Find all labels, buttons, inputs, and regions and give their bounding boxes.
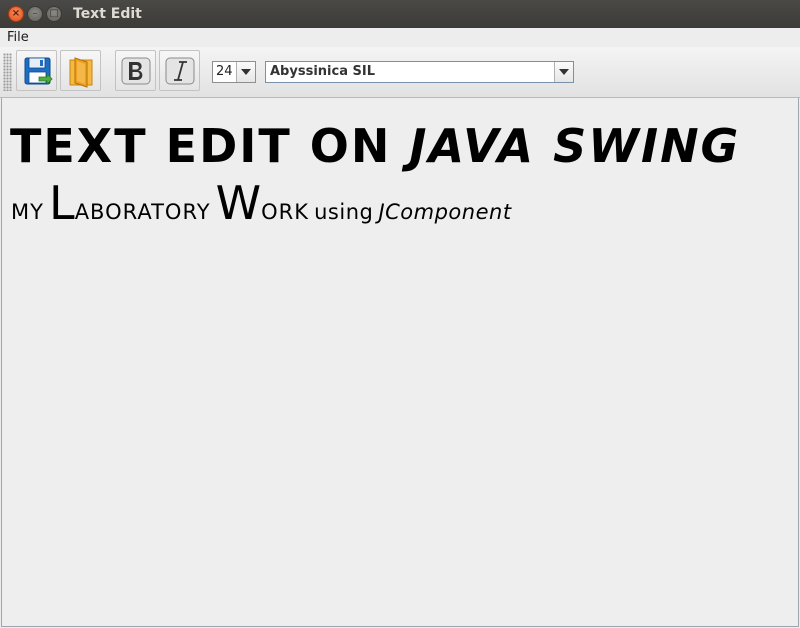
- menu-bar: File: [0, 28, 800, 47]
- font-size-value: 24: [216, 64, 233, 79]
- document-line-2: MY LABORATORY WORK using JComponent: [11, 178, 512, 239]
- font-family-select[interactable]: Abyssinica SIL: [265, 61, 574, 83]
- document-line-1: TEXT EDIT ON JAVA SWING: [10, 118, 740, 174]
- close-window-button[interactable]: ×: [8, 6, 24, 22]
- open-icon: [69, 57, 93, 88]
- maximize-window-button[interactable]: □: [46, 6, 62, 22]
- minimize-icon: –: [32, 8, 38, 19]
- word-laboratory-initial: L: [49, 176, 75, 230]
- chevron-down-icon[interactable]: [554, 62, 573, 82]
- maximize-icon: □: [49, 8, 59, 19]
- font-size-select[interactable]: 24: [212, 61, 256, 83]
- word-jcomponent: JComponent: [378, 200, 512, 224]
- app-window: × – □ Text Edit File 24 Abyssinica SIL T…: [0, 0, 800, 628]
- word-my: MY: [11, 200, 44, 224]
- italic-button[interactable]: [159, 50, 200, 91]
- font-family-value: Abyssinica SIL: [270, 64, 375, 79]
- word-work-initial: W: [215, 176, 262, 230]
- word-laboratory-rest: ABORATORY: [74, 200, 211, 224]
- menu-file[interactable]: File: [7, 30, 29, 45]
- save-icon: [24, 57, 53, 85]
- window-title: Text Edit: [73, 6, 142, 22]
- open-button[interactable]: [60, 50, 101, 91]
- bold-text-run: TEXT EDIT ON: [10, 119, 410, 173]
- toolbar-drag-handle[interactable]: [3, 53, 12, 91]
- bold-icon: [121, 57, 151, 85]
- word-using: using: [314, 200, 374, 224]
- minimize-window-button[interactable]: –: [27, 6, 43, 22]
- title-bar[interactable]: × – □ Text Edit: [0, 0, 800, 29]
- bold-button[interactable]: [115, 50, 156, 91]
- save-button[interactable]: [16, 50, 57, 91]
- word-work-rest: ORK: [261, 200, 310, 224]
- close-icon: ×: [11, 8, 21, 19]
- chevron-down-icon[interactable]: [236, 62, 255, 82]
- bold-italic-text-run: JAVA SWING: [409, 119, 741, 173]
- italic-icon: [165, 57, 195, 85]
